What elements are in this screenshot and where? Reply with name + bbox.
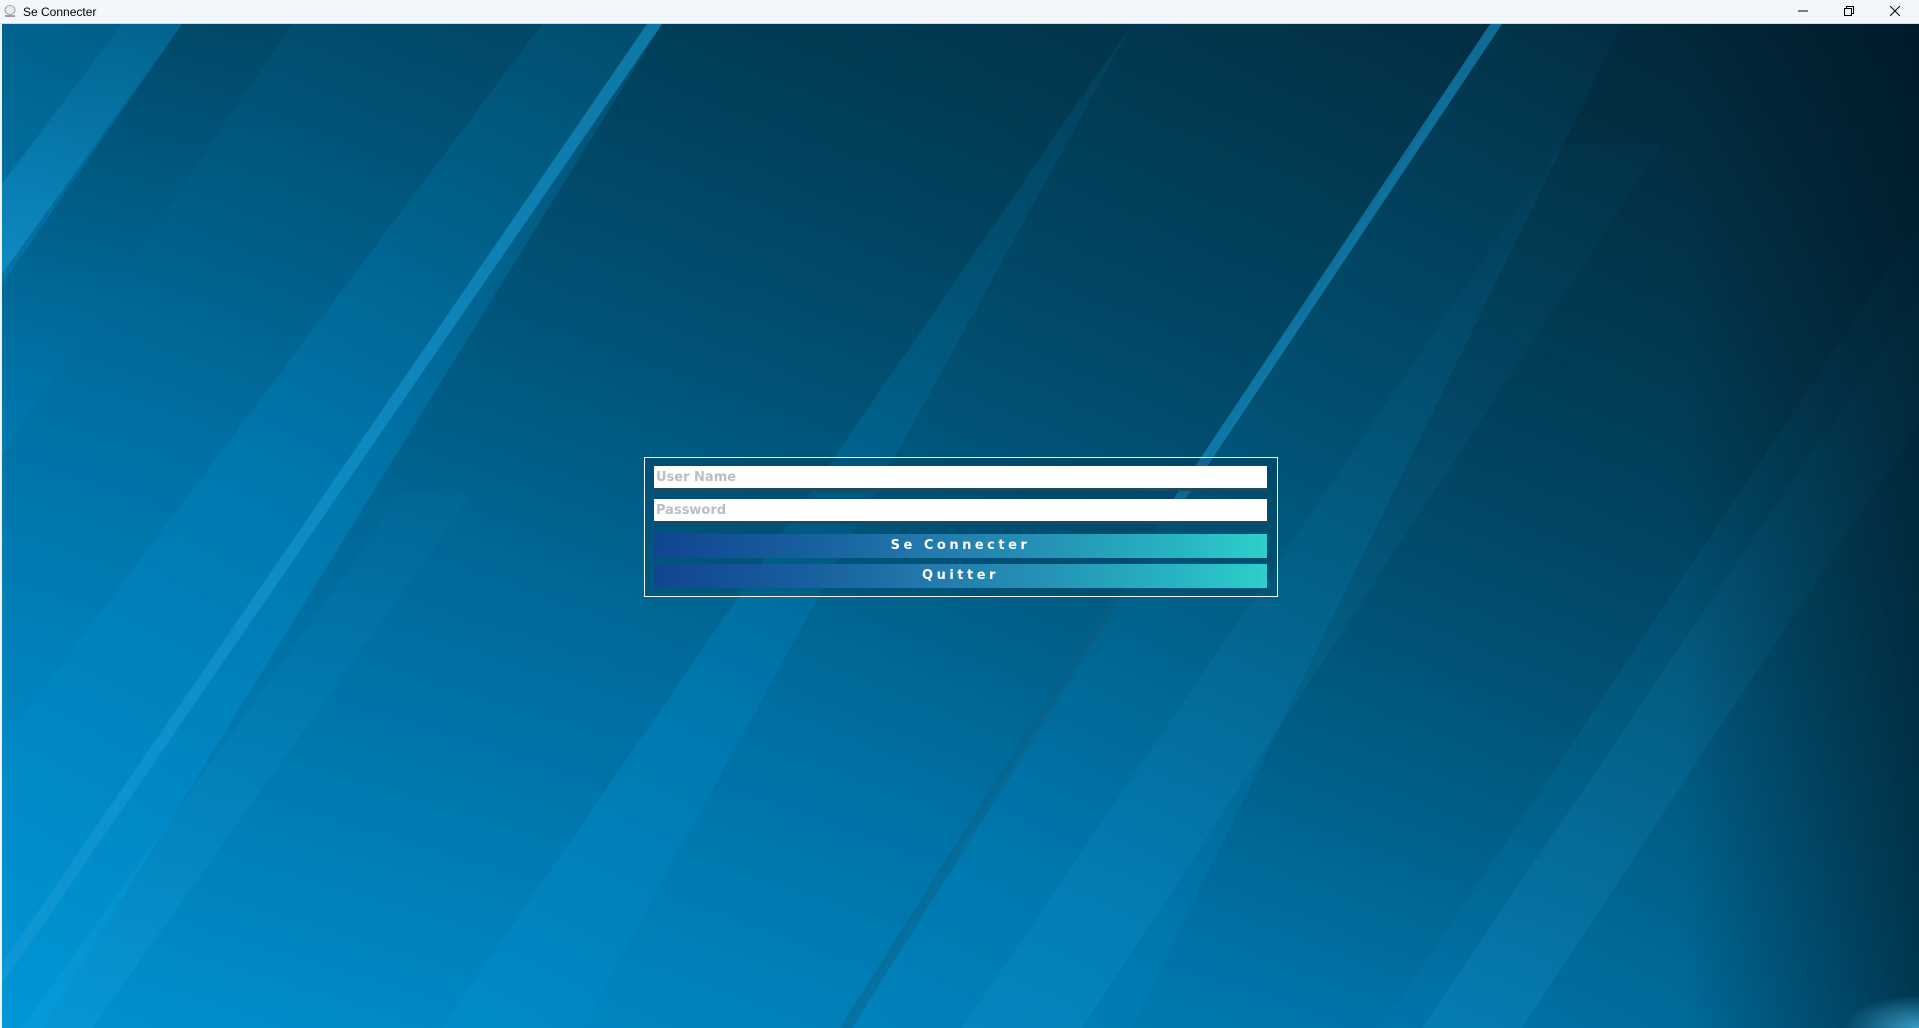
close-icon: [1890, 6, 1900, 16]
username-input[interactable]: [654, 466, 1267, 491]
title-bar[interactable]: Se Connecter: [0, 0, 1919, 24]
close-button[interactable]: [1872, 0, 1918, 22]
connect-button[interactable]: Se Connecter: [654, 534, 1267, 558]
restore-icon: [1844, 6, 1854, 16]
window-title: Se Connecter: [23, 5, 97, 19]
minimize-button[interactable]: [1780, 0, 1826, 22]
login-panel: Se Connecter Quitter: [644, 457, 1278, 597]
minimize-icon: [1798, 6, 1808, 16]
password-input[interactable]: [654, 499, 1267, 524]
restore-button[interactable]: [1826, 0, 1872, 22]
app-icon: [3, 4, 17, 18]
background-area: Se Connecter Quitter: [2, 24, 1919, 1028]
quit-button[interactable]: Quitter: [654, 564, 1267, 588]
login-window: Se Connecter User Name Se Connecter Quit…: [0, 0, 1919, 1028]
